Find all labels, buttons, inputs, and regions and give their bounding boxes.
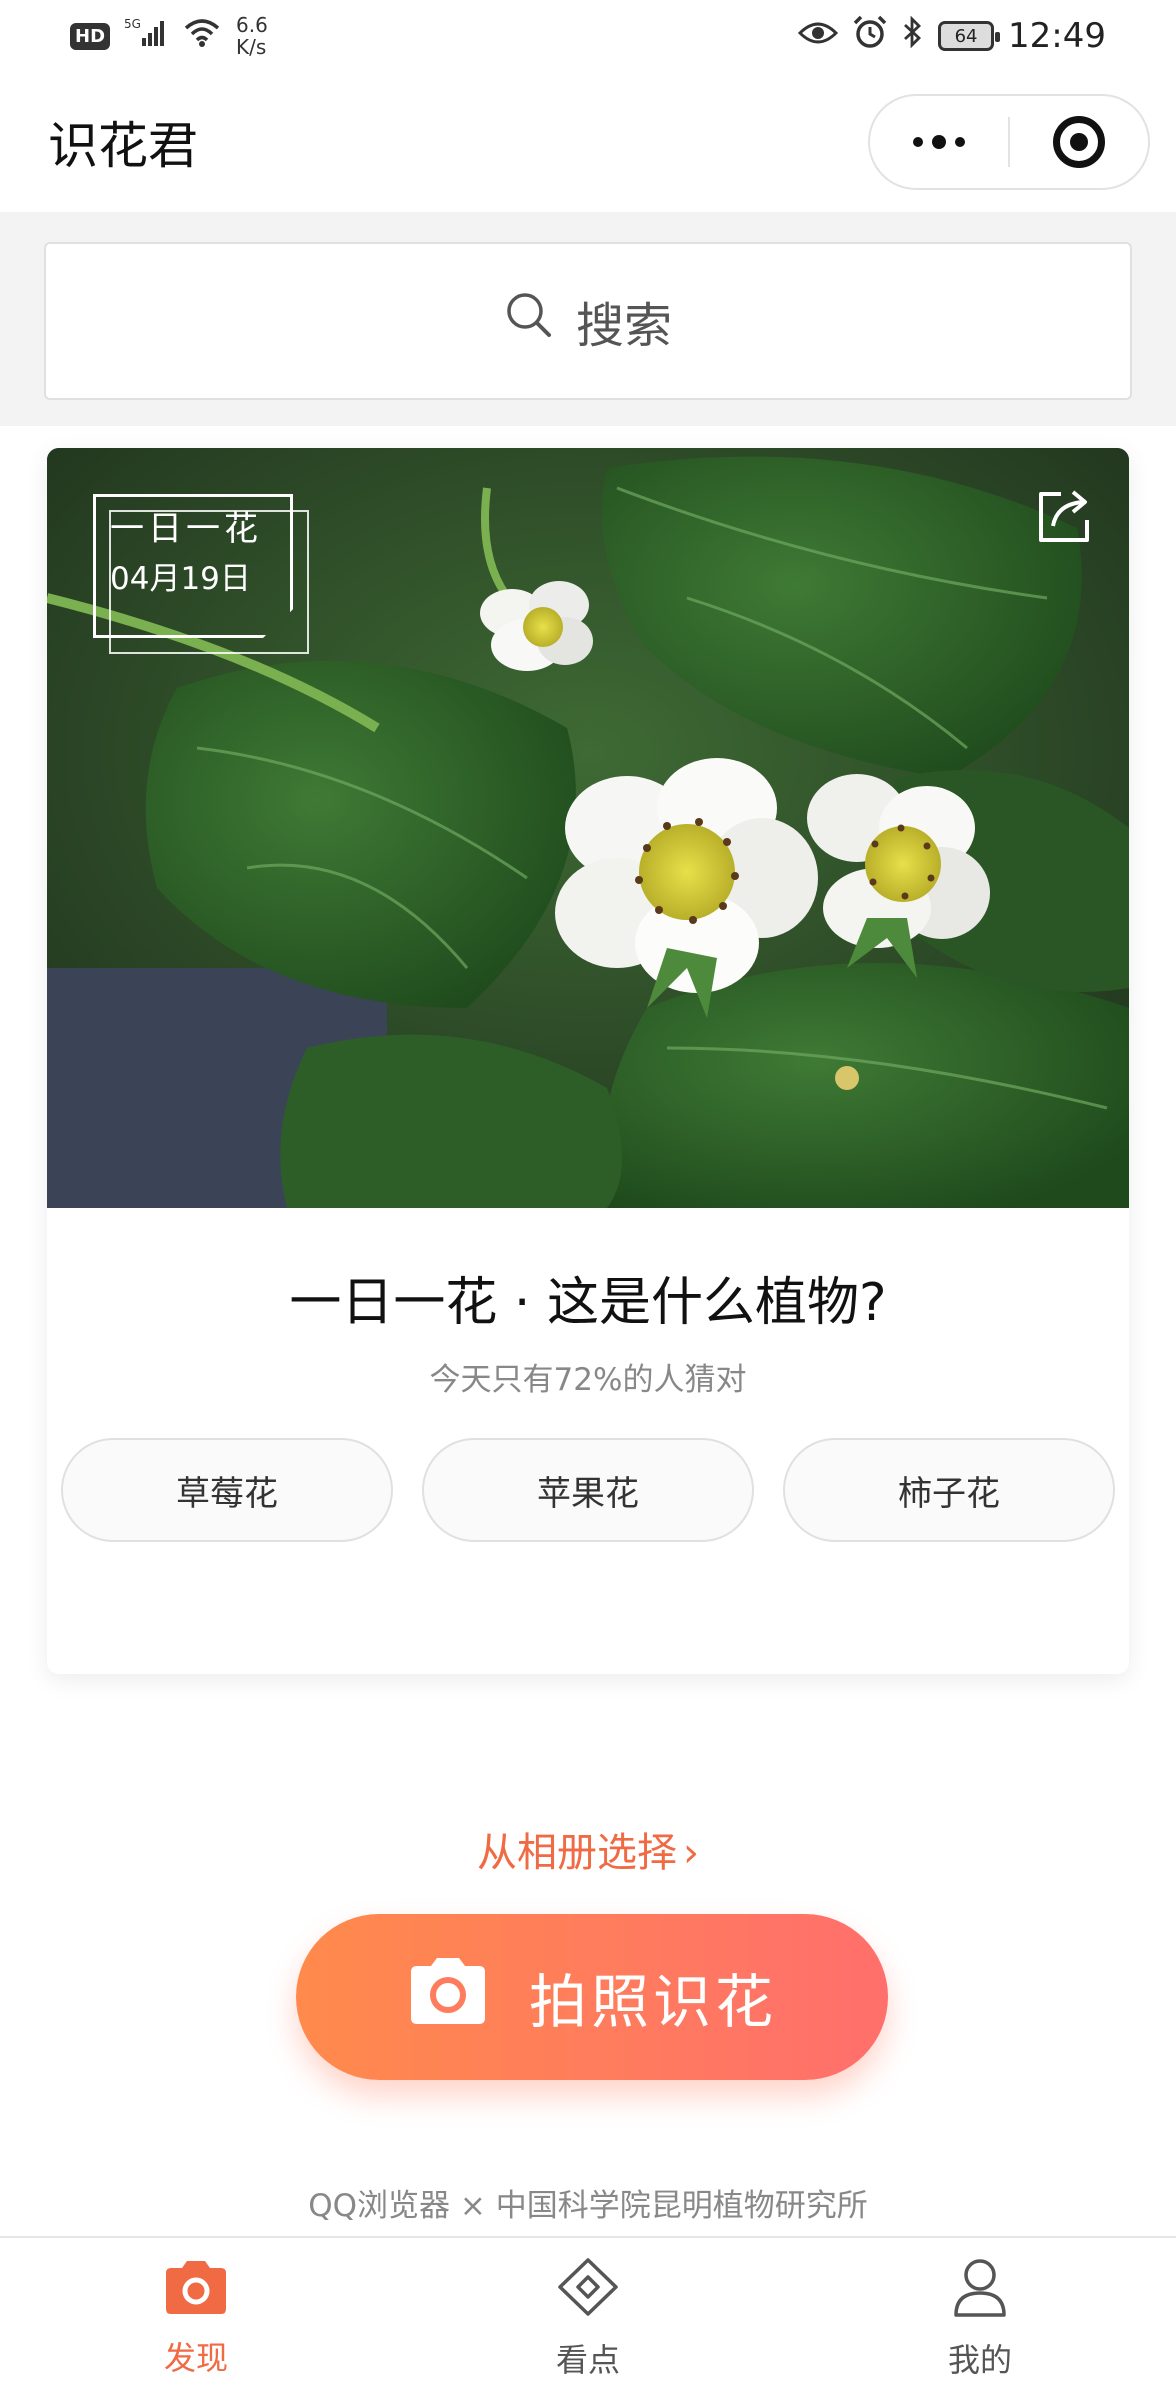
search-input[interactable]: 搜索 (44, 242, 1132, 400)
speed-value: 6.6 (236, 13, 268, 37)
camera-icon (164, 2259, 228, 2323)
tab-profile-label: 我的 (947, 2341, 1012, 2379)
status-bar: HD 5G 6.6 K/s 64 12:49 (0, 0, 1176, 72)
alarm-icon (852, 15, 888, 57)
search-icon (504, 290, 554, 352)
app-title: 识花君 (48, 117, 198, 175)
share-icon[interactable] (1031, 484, 1095, 548)
date-tag-frame: 一日一花 04月19日 (93, 494, 293, 638)
speed-unit: K/s (236, 35, 267, 59)
tab-highlights-label: 看点 (555, 2341, 620, 2379)
quiz-question: 一日一花 · 这是什么植物? (289, 1273, 887, 1333)
tab-bar: 发现 看点 我的 (0, 2236, 1176, 2400)
close-button[interactable] (1010, 96, 1148, 188)
status-left: HD 5G 6.6 K/s (70, 14, 268, 58)
search-placeholder: 搜索 (575, 298, 672, 354)
quiz-options: 草莓花 苹果花 柿子花 (61, 1438, 1115, 1542)
date-tag: 一日一花 04月19日 (93, 494, 309, 654)
title-bar: 识花君 (0, 72, 1176, 212)
more-button[interactable] (870, 96, 1008, 188)
mini-program-capsule (868, 94, 1150, 190)
chevron-right-icon: › (683, 1830, 699, 1876)
camera-icon (407, 1954, 489, 2040)
credit-text: QQ浏览器 × 中国科学院昆明植物研究所 (308, 2188, 868, 2224)
signal-icon: 5G (124, 16, 168, 56)
tab-highlights[interactable]: 看点 (392, 2238, 784, 2400)
tab-profile[interactable]: 我的 (784, 2238, 1176, 2400)
album-select-label: 从相册选择 (477, 1830, 677, 1876)
user-icon (952, 2257, 1008, 2325)
eye-icon (797, 17, 839, 55)
strawberry-blossom-photo[interactable]: 一日一花 04月19日 (47, 448, 1129, 1208)
search-area: 搜索 (0, 212, 1176, 426)
hd-badge: HD (70, 22, 111, 50)
take-photo-label: 拍照识花 (528, 1968, 777, 2036)
wifi-icon (182, 16, 222, 56)
status-right: 64 12:49 (797, 15, 1106, 57)
network-speed: 6.6 K/s (236, 14, 268, 58)
option-persimmon-flower[interactable]: 柿子花 (783, 1438, 1115, 1542)
quiz-hint: 今天只有72%的人猜对 (429, 1362, 747, 1398)
tab-discover-label: 发现 (163, 2339, 228, 2377)
album-select-link[interactable]: 从相册选择 › (0, 1820, 1176, 1878)
date-tag-date: 04月19日 (110, 561, 251, 597)
network-type: 5G (124, 17, 141, 31)
clock: 12:49 (1008, 16, 1106, 56)
battery-indicator: 64 (938, 21, 1001, 51)
tab-discover[interactable]: 发现 (0, 2238, 392, 2400)
option-apple-flower[interactable]: 苹果花 (422, 1438, 754, 1542)
date-tag-title: 一日一花 (110, 509, 262, 549)
daily-flower-card: 一日一花 04月19日 一日一花 · 这是什么植物? 今天只有72%的人猜对 草… (47, 448, 1129, 1674)
more-dots-icon (913, 135, 965, 149)
target-circle-icon (1053, 116, 1105, 168)
diamond-icon (556, 2257, 620, 2325)
bluetooth-icon (902, 15, 924, 56)
option-strawberry-flower[interactable]: 草莓花 (61, 1438, 393, 1542)
take-photo-button[interactable]: 拍照识花 (296, 1914, 888, 2080)
